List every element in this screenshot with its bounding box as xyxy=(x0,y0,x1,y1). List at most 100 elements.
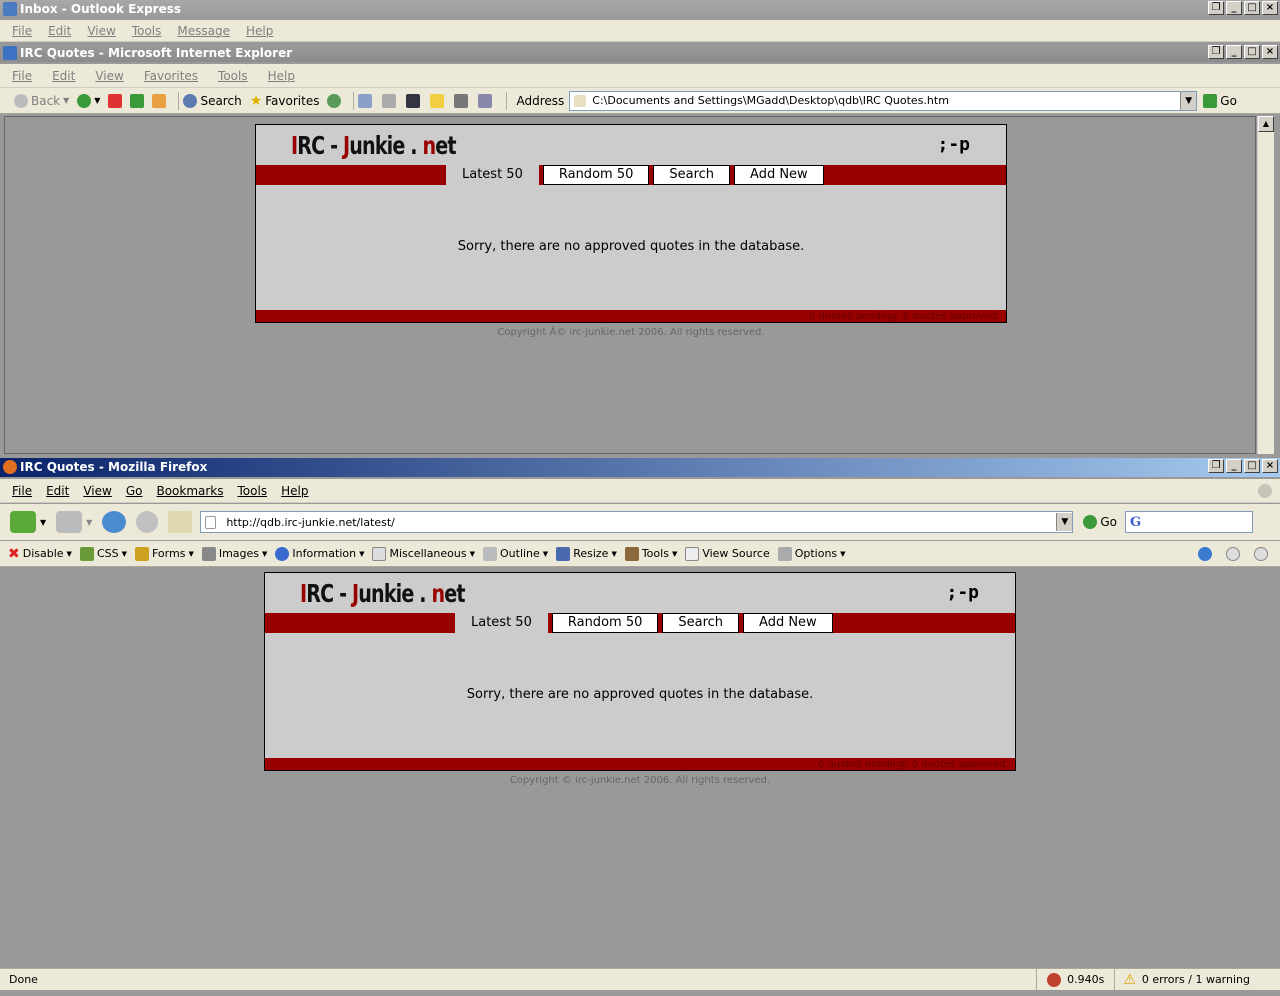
tab-random-50[interactable]: Random 50 xyxy=(542,165,650,185)
maximize-button[interactable]: □ xyxy=(1244,459,1260,473)
images-menu[interactable]: Images ▼ xyxy=(201,546,267,561)
menu-help[interactable]: Help xyxy=(268,69,295,83)
options-menu[interactable]: Options ▼ xyxy=(777,546,846,561)
print-icon[interactable] xyxy=(382,93,397,108)
media-icon[interactable] xyxy=(327,93,342,108)
validate-icon[interactable] xyxy=(1198,546,1212,561)
back-history-dropdown[interactable]: ▼ xyxy=(40,518,46,527)
stop-icon[interactable] xyxy=(136,511,159,533)
menu-view[interactable]: View xyxy=(95,69,123,83)
play-icon[interactable] xyxy=(1254,546,1268,561)
menu-view[interactable]: View xyxy=(87,24,115,38)
forward-history-dropdown[interactable]: ▼ xyxy=(86,518,92,527)
go-button[interactable]: Go xyxy=(1083,515,1117,529)
tab-latest-50[interactable]: Latest 50 xyxy=(455,613,548,634)
minimize-button[interactable]: _ xyxy=(1226,1,1242,15)
menu-bookmarks[interactable]: Bookmarks xyxy=(156,484,223,498)
site-logo[interactable]: IRC - Junkie . net xyxy=(291,131,457,160)
discuss-icon[interactable] xyxy=(454,93,469,108)
menu-view[interactable]: View xyxy=(83,484,111,498)
search-box[interactable]: G xyxy=(1124,511,1253,533)
go-label: Go xyxy=(1100,515,1117,529)
back-button[interactable]: Back ▼ xyxy=(14,93,69,108)
error-console-panel[interactable]: ⚠ 0 errors / 1 warning xyxy=(1114,969,1280,990)
firefox-titlebar[interactable]: IRC Quotes - Mozilla Firefox ❐ _ □ × xyxy=(0,458,1280,477)
restore-button[interactable]: ❐ xyxy=(1208,45,1224,59)
go-button[interactable]: Go xyxy=(1203,93,1237,108)
menu-edit[interactable]: Edit xyxy=(46,484,69,498)
restore-button[interactable]: ❐ xyxy=(1208,1,1224,15)
maximize-button[interactable]: □ xyxy=(1244,45,1260,59)
menu-edit[interactable]: Edit xyxy=(52,69,75,83)
ie-menubar: File Edit View Favorites Tools Help xyxy=(0,64,1280,88)
ie-titlebar[interactable]: IRC Quotes - Microsoft Internet Explorer… xyxy=(0,44,1280,62)
scroll-up-button[interactable]: ▲ xyxy=(1258,116,1274,132)
resize-menu[interactable]: Resize ▼ xyxy=(556,546,617,561)
address-dropdown[interactable]: ▼ xyxy=(1180,91,1197,110)
close-button[interactable]: × xyxy=(1262,459,1278,473)
restore-button[interactable]: ❐ xyxy=(1208,459,1224,473)
stop-icon[interactable] xyxy=(108,93,123,108)
css-icon xyxy=(79,546,94,561)
web-developer-toolbar: ✖ Disable ▼ CSS ▼ Forms ▼ Images ▼ Informatio… xyxy=(0,541,1280,567)
menu-help[interactable]: Help xyxy=(281,484,308,498)
info-icon[interactable] xyxy=(1226,546,1240,561)
outlook-menubar: File Edit View Tools Message Help xyxy=(0,20,1280,42)
menu-file[interactable]: File xyxy=(12,484,32,498)
menu-tools[interactable]: Tools xyxy=(132,24,162,38)
maximize-button[interactable]: □ xyxy=(1244,1,1260,15)
back-arrow-icon[interactable] xyxy=(10,511,36,533)
firefox-navbar: ▼ ▼ http://qdb.irc-junkie.net/latest/ ▼ … xyxy=(0,504,1280,540)
forward-arrow-icon[interactable] xyxy=(56,511,83,533)
menu-favorites[interactable]: Favorites xyxy=(144,69,198,83)
ie-scrollbar[interactable]: ▲ xyxy=(1257,116,1274,454)
messenger-icon[interactable] xyxy=(478,93,493,108)
tools-menu[interactable]: Tools ▼ xyxy=(624,546,677,561)
url-dropdown[interactable]: ▼ xyxy=(1056,513,1073,531)
menu-file[interactable]: File xyxy=(12,24,32,38)
tab-random-50[interactable]: Random 50 xyxy=(551,613,659,633)
menu-go[interactable]: Go xyxy=(126,484,143,498)
disable-menu[interactable]: ✖ Disable ▼ xyxy=(8,546,72,562)
tab-latest-50[interactable]: Latest 50 xyxy=(446,165,539,186)
view-source-button[interactable]: View Source xyxy=(685,546,770,561)
url-field[interactable]: http://qdb.irc-junkie.net/latest/ ▼ xyxy=(200,511,1074,533)
menu-message[interactable]: Message xyxy=(177,24,230,38)
menu-tools[interactable]: Tools xyxy=(238,484,268,498)
word-icon[interactable] xyxy=(406,93,421,108)
outline-menu[interactable]: Outline ▼ xyxy=(483,546,548,561)
miscellaneous-menu[interactable]: Miscellaneous ▼ xyxy=(372,546,475,561)
tab-search[interactable]: Search xyxy=(653,165,731,185)
close-button[interactable]: × xyxy=(1262,45,1278,59)
favorites-label: Favorites xyxy=(265,93,320,108)
mail-icon[interactable] xyxy=(358,93,373,108)
address-field[interactable]: C:\Documents and Settings\MGadd\Desktop\… xyxy=(569,90,1198,111)
site-logo[interactable]: IRC - Junkie . net xyxy=(300,579,466,608)
folder-icon[interactable] xyxy=(430,93,445,108)
refresh-icon[interactable] xyxy=(130,93,145,108)
menu-edit[interactable]: Edit xyxy=(48,24,71,38)
information-menu[interactable]: Information ▼ xyxy=(275,546,364,561)
forms-menu[interactable]: Forms ▼ xyxy=(134,546,194,561)
home-icon[interactable] xyxy=(152,93,167,108)
tab-search[interactable]: Search xyxy=(662,613,740,633)
menu-tools[interactable]: Tools xyxy=(218,69,248,83)
load-time: 0.940s xyxy=(1067,973,1105,986)
forward-button[interactable]: ▼ xyxy=(77,93,100,108)
css-menu[interactable]: CSS ▼ xyxy=(79,546,127,561)
tab-add-new[interactable]: Add New xyxy=(743,613,833,633)
favorites-button[interactable]: ★ Favorites xyxy=(250,93,320,109)
minimize-button[interactable]: _ xyxy=(1226,459,1242,473)
tab-add-new[interactable]: Add New xyxy=(734,165,824,185)
close-button[interactable]: × xyxy=(1262,1,1278,15)
load-time-panel[interactable]: 0.940s xyxy=(1036,969,1114,990)
reload-icon[interactable] xyxy=(102,511,127,533)
back-label: Back xyxy=(31,93,61,108)
disable-label: Disable xyxy=(22,547,64,560)
menu-file[interactable]: File xyxy=(12,69,32,83)
outlook-titlebar[interactable]: Inbox - Outlook Express ❐ _ □ × xyxy=(0,0,1280,18)
home-icon[interactable] xyxy=(168,511,193,533)
search-button[interactable]: Search xyxy=(183,93,242,108)
minimize-button[interactable]: _ xyxy=(1226,45,1242,59)
menu-help[interactable]: Help xyxy=(246,24,273,38)
